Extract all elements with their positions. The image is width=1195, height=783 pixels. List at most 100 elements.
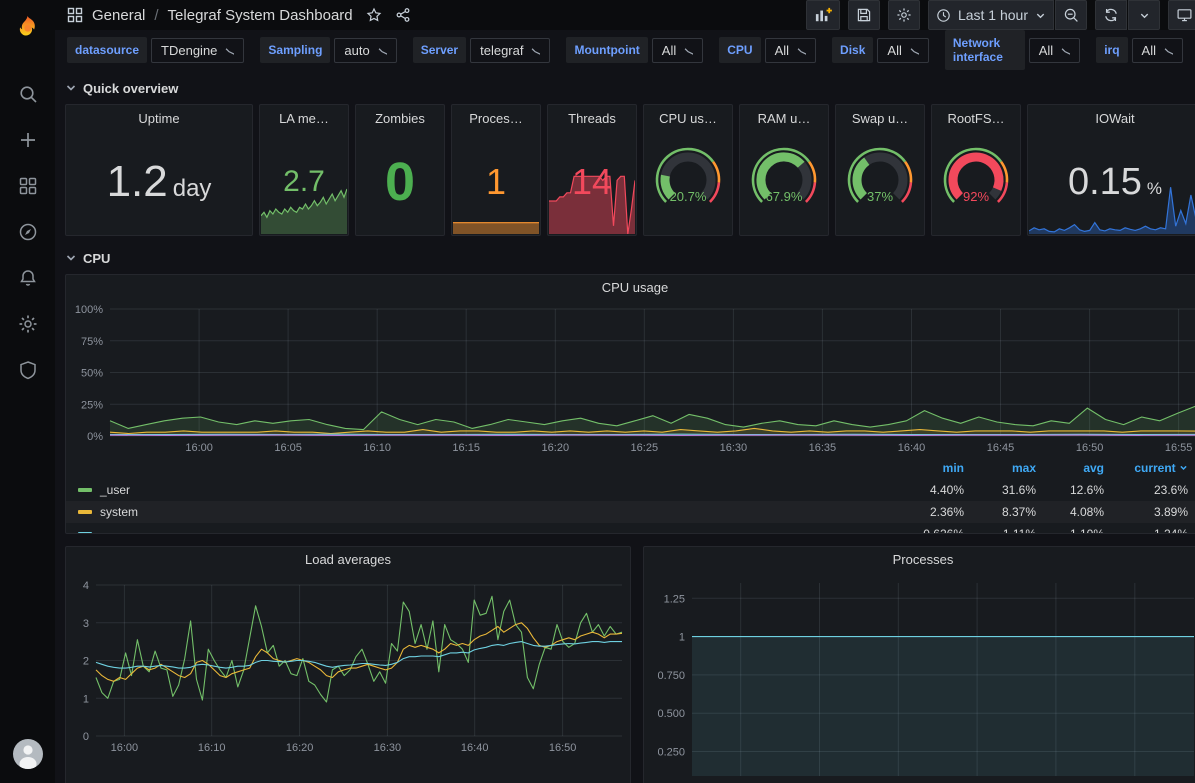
variable-label-server[interactable]: Server xyxy=(413,37,466,63)
breadcrumb-section[interactable]: General xyxy=(92,7,145,24)
panel-processes: Processes 0.2500.5000.75011.25 xyxy=(643,546,1195,783)
stat-value: 0 xyxy=(385,151,415,213)
star-icon[interactable] xyxy=(366,7,382,23)
stat-value: 0.15% xyxy=(1068,161,1162,204)
svg-text:0.250: 0.250 xyxy=(657,747,685,759)
explore-compass-icon[interactable] xyxy=(17,221,39,243)
legend-value-current: 23.6% xyxy=(1104,483,1188,497)
stat-body: 2.7 xyxy=(260,129,348,235)
legend-value-max: 1.11% xyxy=(964,527,1036,534)
svg-text:37%: 37% xyxy=(867,189,893,204)
zoom-out-time-button[interactable] xyxy=(1055,0,1087,30)
svg-text:92%: 92% xyxy=(963,189,989,204)
variable-value-network-interface[interactable]: All xyxy=(1029,38,1080,63)
cpu-usage-legend: minmaxavgcurrent _user4.40%31.6%12.6%23.… xyxy=(66,457,1195,534)
stat-panel-title[interactable]: Proces… xyxy=(452,105,540,129)
panel-title[interactable]: Load averages xyxy=(66,547,630,573)
svg-text:16:00: 16:00 xyxy=(185,442,213,454)
panel-title[interactable]: CPU usage xyxy=(66,275,1195,301)
legend-value-max: 8.37% xyxy=(964,505,1036,519)
dashboard-header: General / Telegraf System Dashboard xyxy=(55,0,1195,30)
legend-sort-avg[interactable]: avg xyxy=(1036,461,1104,475)
svg-text:75%: 75% xyxy=(81,336,103,348)
variable-value-disk[interactable]: All xyxy=(877,38,928,63)
dashboard-title[interactable]: Telegraf System Dashboard xyxy=(168,7,353,24)
stat-value: 2.7 xyxy=(283,165,325,199)
svg-text:16:10: 16:10 xyxy=(198,742,226,754)
variable-label-cpu[interactable]: CPU xyxy=(719,37,760,63)
share-icon[interactable] xyxy=(395,7,411,23)
svg-text:4: 4 xyxy=(83,580,89,592)
legend-value-avg: 1.10% xyxy=(1036,527,1104,534)
create-plus-icon[interactable] xyxy=(17,129,39,151)
legend-value-min: 4.40% xyxy=(892,483,964,497)
stat-panel-title[interactable]: RAM u… xyxy=(740,105,828,129)
variable-label-disk[interactable]: Disk xyxy=(832,37,873,63)
variable-label-sampling[interactable]: Sampling xyxy=(260,37,330,63)
stat-panel-title[interactable]: Swap u… xyxy=(836,105,924,129)
variable-value-sampling[interactable]: auto xyxy=(334,38,396,63)
variable-label-mountpoint[interactable]: Mountpoint xyxy=(566,37,647,63)
legend-row-system: system2.36%8.37%4.08%3.89% xyxy=(66,501,1195,523)
configuration-gear-icon[interactable] xyxy=(17,313,39,335)
dashboards-icon[interactable] xyxy=(17,175,39,197)
stat-panel-threads: Threads14 xyxy=(547,104,637,236)
grafana-logo-icon[interactable] xyxy=(0,0,55,55)
variable-value-datasource[interactable]: TDengine xyxy=(151,38,244,63)
stat-panel-cpu-us: CPU us…20.7% xyxy=(643,104,733,236)
variable-server: Servertelegraf xyxy=(413,37,551,63)
variable-label-irq[interactable]: irq xyxy=(1096,37,1127,63)
clock-icon xyxy=(936,8,951,23)
stat-panel-title[interactable]: Threads xyxy=(548,105,636,129)
variable-value-server[interactable]: telegraf xyxy=(470,38,550,63)
svg-text:16:40: 16:40 xyxy=(898,442,926,454)
legend-sort-max[interactable]: max xyxy=(964,461,1036,475)
legend-value-min: 0.626% xyxy=(892,527,964,534)
stat-panel-title[interactable]: CPU us… xyxy=(644,105,732,129)
variable-value-mountpoint[interactable]: All xyxy=(652,38,703,63)
legend-value-max: 31.6% xyxy=(964,483,1036,497)
cpu-usage-chart[interactable]: 0%25%50%75%100%16:0016:0516:1016:1516:20… xyxy=(66,301,1195,457)
legend-header-row: minmaxavgcurrent xyxy=(66,457,1195,479)
variable-value-irq[interactable]: All xyxy=(1132,38,1183,63)
legend-sort-current[interactable]: current xyxy=(1104,461,1188,475)
stat-panel-la-me: LA me… 2.7 xyxy=(259,104,349,236)
row-header-quick-overview[interactable]: Quick overview xyxy=(65,76,1195,100)
stat-panel-title[interactable]: LA me… xyxy=(260,105,348,129)
variable-value-cpu[interactable]: All xyxy=(765,38,816,63)
row-title: CPU xyxy=(83,251,110,266)
stat-panel-title[interactable]: Zombies xyxy=(356,105,444,129)
stat-panel-title[interactable]: IOWait xyxy=(1028,105,1195,129)
stat-body: 1 xyxy=(452,129,540,235)
legend-series-toggle[interactable]: system xyxy=(78,505,892,519)
panel-title[interactable]: Processes xyxy=(644,547,1195,573)
refresh-interval-dropdown[interactable] xyxy=(1128,0,1160,30)
admin-shield-icon[interactable] xyxy=(17,359,39,381)
alerting-bell-icon[interactable] xyxy=(17,267,39,289)
legend-series-toggle[interactable]: _user xyxy=(78,483,892,497)
variable-network-interface: Network interfaceAll xyxy=(945,30,1080,70)
processes-chart[interactable]: 0.2500.5000.75011.25 xyxy=(644,573,1195,778)
add-panel-button[interactable] xyxy=(806,0,840,30)
save-dashboard-button[interactable] xyxy=(848,0,880,30)
time-range-picker[interactable]: Last 1 hour xyxy=(928,0,1054,30)
svg-text:67.9%: 67.9% xyxy=(766,189,803,204)
legend-sort-min[interactable]: min xyxy=(892,461,964,475)
legend-value-avg: 4.08% xyxy=(1036,505,1104,519)
cycle-view-mode-button[interactable] xyxy=(1168,0,1195,30)
svg-text:1: 1 xyxy=(83,693,89,705)
row-header-cpu[interactable]: CPU xyxy=(65,246,1195,270)
refresh-button[interactable] xyxy=(1095,0,1127,30)
stat-panel-title[interactable]: Uptime xyxy=(66,105,252,129)
stat-panel-title[interactable]: RootFS… xyxy=(932,105,1020,129)
user-avatar[interactable] xyxy=(13,739,43,769)
time-range-label: Last 1 hour xyxy=(958,7,1028,23)
variable-label-network-interface[interactable]: Network interface xyxy=(945,30,1025,70)
variable-label-datasource[interactable]: datasource xyxy=(67,37,147,63)
legend-series-toggle[interactable] xyxy=(78,532,892,534)
legend-color-swatch xyxy=(78,532,92,534)
stat-panel-row: Uptime1.2dayLA me…2.7Zombies0Proces…1Thr… xyxy=(65,104,1195,236)
search-icon[interactable] xyxy=(17,83,39,105)
load-averages-chart[interactable]: 0123416:0016:1016:2016:3016:4016:50 xyxy=(66,573,630,757)
dashboard-settings-button[interactable] xyxy=(888,0,920,30)
